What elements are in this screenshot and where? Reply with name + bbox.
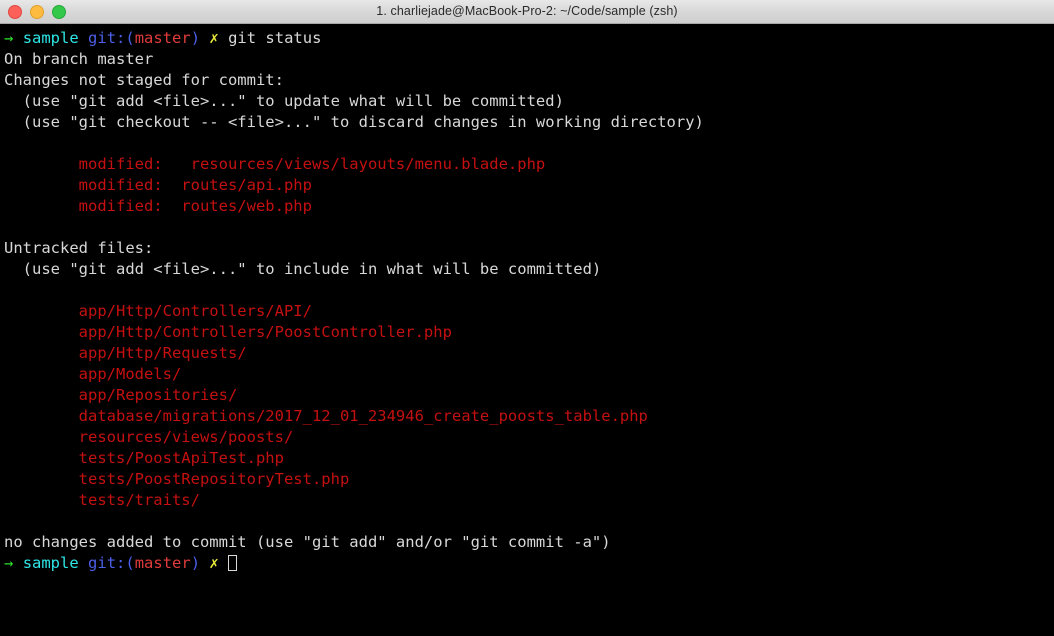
untracked-entry: app/Http/Requests/ [4, 344, 247, 362]
untracked-entry: database/migrations/2017_12_01_234946_cr… [4, 407, 648, 425]
output-footer: no changes added to commit (use "git add… [4, 533, 611, 551]
terminal-window: 1. charliejade@MacBook-Pro-2: ~/Code/sam… [0, 0, 1054, 636]
modified-entry: modified: routes/web.php [4, 196, 1054, 217]
window-titlebar[interactable]: 1. charliejade@MacBook-Pro-2: ~/Code/sam… [0, 0, 1054, 24]
output-branch-line: On branch master [4, 50, 154, 68]
zoom-button[interactable] [52, 4, 66, 19]
prompt-dirty-icon: ✗ [209, 29, 219, 47]
prompt-directory: sample [22, 554, 79, 572]
untracked-entry: app/Models/ [4, 365, 182, 383]
prompt-git-open: git:( [88, 554, 135, 572]
untracked-entry: app/Repositories/ [4, 386, 238, 404]
prompt-git-close: ) [190, 554, 201, 572]
prompt-branch-name: master [134, 554, 191, 572]
output-untracked-header: Untracked files: [4, 239, 154, 257]
prompt-git-close: ) [190, 29, 201, 47]
entered-command: git status [228, 29, 322, 47]
prompt-line-active: → sample git:(master) ✗ [4, 553, 1054, 574]
text-cursor[interactable] [228, 555, 238, 571]
untracked-entry: app/Http/Controllers/API/ [4, 302, 312, 320]
output-hint-add-update: (use "git add <file>..." to update what … [4, 92, 564, 110]
output-hint-add-include: (use "git add <file>..." to include in w… [4, 260, 602, 278]
prompt-arrow-icon: → [4, 29, 14, 47]
untracked-entry: resources/views/poosts/ [4, 428, 294, 446]
modified-label: modified: [4, 176, 163, 194]
modified-entry: modified: resources/views/layouts/menu.b… [4, 154, 1054, 175]
traffic-light-group [8, 0, 66, 23]
untracked-entry: tests/PoostApiTest.php [4, 449, 284, 467]
modified-path: routes/api.php [162, 176, 312, 194]
prompt-dirty-icon: ✗ [209, 554, 219, 572]
output-hint-checkout-discard: (use "git checkout -- <file>..." to disc… [4, 113, 704, 131]
untracked-entry: app/Http/Controllers/PoostController.php [4, 323, 452, 341]
untracked-entry: tests/PoostRepositoryTest.php [4, 470, 350, 488]
prompt-git-open: git:( [88, 29, 135, 47]
untracked-entry: tests/traits/ [4, 491, 200, 509]
prompt-arrow-icon: → [4, 554, 14, 572]
minimize-button[interactable] [30, 4, 44, 19]
close-button[interactable] [8, 4, 22, 19]
modified-label: modified: [4, 197, 163, 215]
modified-path: resources/views/layouts/menu.blade.php [162, 155, 546, 173]
window-title: 1. charliejade@MacBook-Pro-2: ~/Code/sam… [376, 4, 678, 18]
terminal-output-area[interactable]: → sample git:(master) ✗ git status On br… [0, 24, 1054, 636]
modified-label: modified: [4, 155, 163, 173]
output-not-staged-header: Changes not staged for commit: [4, 71, 284, 89]
prompt-line-command: → sample git:(master) ✗ git status [4, 28, 1054, 49]
modified-path: routes/web.php [162, 197, 312, 215]
prompt-branch-name: master [134, 29, 191, 47]
prompt-directory: sample [22, 29, 79, 47]
modified-entry: modified: routes/api.php [4, 175, 1054, 196]
